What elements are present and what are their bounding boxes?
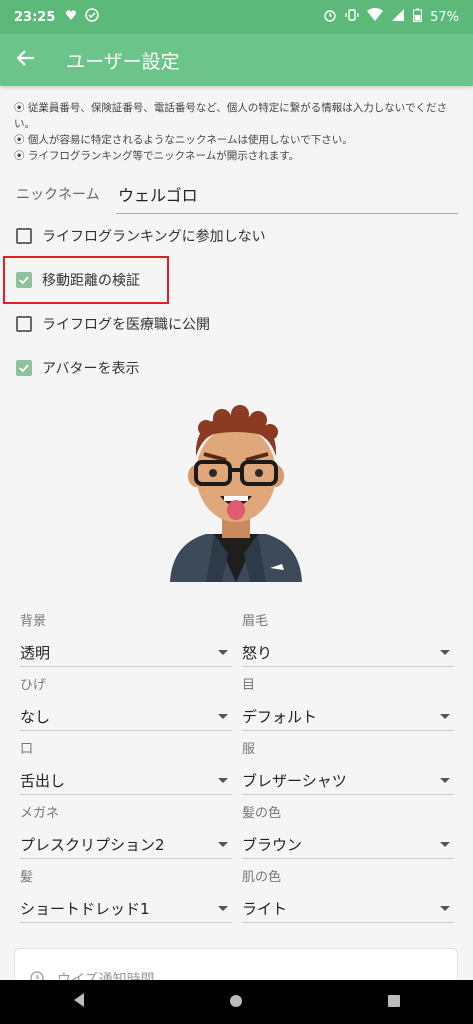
field-label: 髪: [20, 870, 34, 885]
dropdown[interactable]: ライト: [242, 895, 454, 923]
dropdown[interactable]: デフォルト: [242, 703, 454, 731]
checkbox-box[interactable]: [16, 228, 32, 244]
check-icon: [19, 364, 29, 373]
checkbox-share-lifelog-medical[interactable]: ライフログを医療職に公開: [16, 314, 210, 334]
dropdown-value: プレスクリプション2: [20, 836, 165, 854]
caret-down-icon: [440, 906, 450, 911]
battery-icon: [413, 8, 423, 26]
field-label: 背景: [20, 614, 47, 629]
page-title: ユーザー設定: [66, 50, 180, 73]
select-beard[interactable]: ひげ なし: [20, 674, 232, 731]
select-hair[interactable]: 髪 ショートドレッド1: [20, 866, 232, 923]
dropdown-value: ブラウン: [242, 836, 303, 854]
status-bar: 23:25 57%: [0, 0, 473, 34]
checkbox-box[interactable]: [16, 360, 32, 376]
caret-down-icon: [218, 842, 228, 847]
alarm-icon: [323, 8, 337, 26]
app-bar: ユーザー設定: [0, 34, 473, 86]
vibrate-icon: [345, 8, 359, 26]
check-circle-icon: [85, 8, 100, 26]
checkbox-show-avatar[interactable]: アバターを表示: [16, 358, 139, 378]
nickname-label: ニックネーム: [16, 187, 100, 203]
field-label: 口: [20, 742, 34, 757]
checkbox-box[interactable]: [16, 316, 32, 332]
caret-down-icon: [440, 714, 450, 719]
caret-down-icon: [440, 842, 450, 847]
select-glasses[interactable]: メガネ プレスクリプション2: [20, 802, 232, 859]
notice-line: ⦿ 個人が容易に特定されるようなニックネームは使用しないで下さい。: [14, 134, 353, 146]
dropdown-value: ライト: [242, 900, 288, 918]
system-nav-bar: [0, 980, 473, 1024]
field-label: 髪の色: [242, 806, 282, 821]
dropdown-value: 舌出し: [20, 772, 66, 790]
dropdown[interactable]: ショートドレッド1: [20, 895, 232, 923]
field-label: 目: [242, 678, 256, 693]
checkbox-label: ライフログランキングに参加しない: [42, 229, 266, 245]
notification-icon: [65, 9, 77, 25]
select-hair-color[interactable]: 髪の色 ブラウン: [242, 802, 454, 859]
select-background[interactable]: 背景 透明: [20, 610, 232, 667]
checkbox-label: アバターを表示: [42, 361, 140, 377]
nickname-input[interactable]: ウェルゴロ: [116, 176, 458, 214]
checkbox-label: ライフログを医療職に公開: [42, 317, 210, 333]
select-clothes[interactable]: 服 ブレザーシャツ: [242, 738, 454, 795]
dropdown[interactable]: ブラウン: [242, 831, 454, 859]
dropdown-value: 透明: [20, 644, 51, 662]
notice-text: ⦿ 従業員番号、保険証番号、電話番号など、個人の特定に繋がる情報は入力しないでく…: [14, 100, 459, 164]
arrow-left-icon: [16, 48, 36, 72]
dropdown-value: デフォルト: [242, 708, 318, 726]
back-button[interactable]: [0, 34, 52, 86]
field-label: ひげ: [20, 678, 47, 693]
status-time: 23:25: [14, 9, 56, 25]
select-skin-color[interactable]: 肌の色 ライト: [242, 866, 454, 923]
dropdown-value: 怒り: [242, 644, 273, 662]
nav-recents-icon[interactable]: [387, 993, 401, 1012]
dropdown[interactable]: ブレザーシャツ: [242, 767, 454, 795]
field-label: メガネ: [20, 806, 60, 821]
caret-down-icon: [218, 778, 228, 783]
caret-down-icon: [218, 714, 228, 719]
dropdown[interactable]: なし: [20, 703, 232, 731]
signal-icon: [391, 8, 405, 26]
nav-back-icon[interactable]: [72, 992, 86, 1012]
field-label: 肌の色: [242, 870, 282, 885]
dropdown-value: ショートドレッド1: [20, 900, 150, 918]
dropdown[interactable]: 怒り: [242, 639, 454, 667]
avatar: [166, 404, 306, 584]
select-eyebrows[interactable]: 眉毛 怒り: [242, 610, 454, 667]
notice-line: ⦿ 従業員番号、保険証番号、電話番号など、個人の特定に繋がる情報は入力しないでく…: [14, 102, 447, 130]
notice-line: ⦿ ライフログランキング等でニックネームが開示されます。: [14, 150, 300, 162]
caret-down-icon: [218, 906, 228, 911]
dropdown[interactable]: 透明: [20, 639, 232, 667]
battery-percent: 57%: [430, 9, 459, 25]
checkbox-lifelog-ranking-optout[interactable]: ライフログランキングに参加しない: [16, 226, 266, 246]
dropdown-value: ブレザーシャツ: [242, 772, 347, 790]
select-mouth[interactable]: 口 舌出し: [20, 738, 232, 795]
caret-down-icon: [218, 650, 228, 655]
caret-down-icon: [440, 650, 450, 655]
field-label: 服: [242, 742, 256, 757]
wifi-icon: [367, 7, 384, 26]
caret-down-icon: [440, 778, 450, 783]
dropdown[interactable]: 舌出し: [20, 767, 232, 795]
highlight-box: [3, 256, 169, 304]
dropdown-value: なし: [20, 708, 51, 726]
nav-home-icon[interactable]: [229, 993, 243, 1012]
select-eyes[interactable]: 目 デフォルト: [242, 674, 454, 731]
field-label: 眉毛: [242, 614, 269, 629]
dropdown[interactable]: プレスクリプション2: [20, 831, 232, 859]
